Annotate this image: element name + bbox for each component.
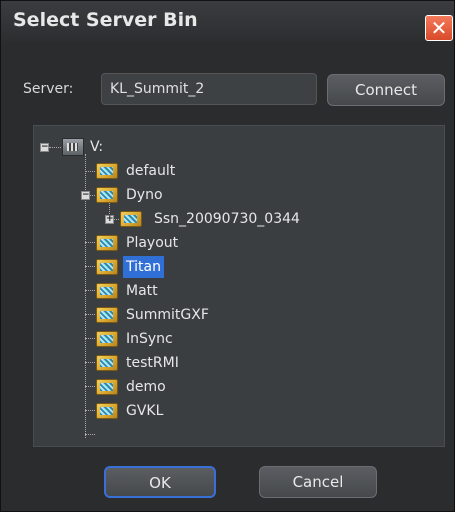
tree-item-label: Titan (123, 256, 164, 278)
tree-connector (85, 362, 95, 363)
title-bar: Select Server Bin ✕ (1, 1, 454, 41)
tree-item-label: Matt (126, 283, 158, 299)
folder-icon (96, 259, 118, 275)
collapse-icon[interactable]: − (40, 143, 49, 152)
tree-item-demo[interactable]: demo (96, 376, 396, 398)
folder-icon (96, 403, 118, 419)
tree-connector (85, 410, 95, 411)
folder-icon (96, 187, 118, 203)
tree-item-dyno[interactable]: − Dyno (72, 184, 372, 206)
tree-connector (85, 242, 95, 243)
tree-item-playout[interactable]: Playout (96, 232, 396, 254)
tree-item-default[interactable]: default (96, 160, 396, 182)
tree-connector (85, 434, 95, 435)
tree-item-summitgxf[interactable]: SummitGXF (96, 304, 396, 326)
server-bin-tree[interactable]: − V: default − Dyno + Ssn_20090730_0344 … (33, 125, 445, 447)
tree-item-label: testRMI (126, 355, 179, 371)
tree-item-label: demo (126, 379, 166, 395)
folder-icon (120, 211, 142, 227)
collapse-icon[interactable]: − (81, 191, 90, 200)
close-button[interactable]: ✕ (425, 15, 453, 41)
drive-icon (62, 138, 84, 156)
tree-item-titan[interactable]: Titan (96, 256, 396, 278)
folder-icon (96, 235, 118, 251)
tree-connector (85, 171, 95, 172)
tree-item-label: SummitGXF (126, 307, 209, 323)
folder-icon (96, 379, 118, 395)
tree-item-label: default (126, 163, 176, 179)
tree-connector (85, 386, 95, 387)
close-icon: ✕ (430, 16, 448, 40)
server-label: Server: (23, 81, 74, 97)
tree-item-label: InSync (126, 331, 173, 347)
server-input[interactable]: KL_Summit_2 (101, 73, 317, 105)
folder-icon (96, 331, 118, 347)
expand-icon[interactable]: + (105, 215, 114, 224)
select-server-bin-dialog: Select Server Bin ✕ Server: KL_Summit_2 … (0, 0, 455, 512)
ok-button[interactable]: OK (104, 466, 216, 498)
tree-connector (85, 290, 95, 291)
tree-item-testrmi[interactable]: testRMI (96, 352, 396, 374)
dialog-title: Select Server Bin (13, 9, 198, 31)
folder-icon (96, 307, 118, 323)
tree-connector (49, 147, 61, 148)
tree-item-root[interactable]: − V: (40, 136, 240, 158)
cancel-button[interactable]: Cancel (259, 466, 377, 498)
tree-item-label: GVKL (126, 403, 164, 419)
tree-item-ssn[interactable]: + Ssn_20090730_0344 (96, 208, 416, 230)
tree-item-insync[interactable]: InSync (96, 328, 396, 350)
tree-connector (85, 314, 95, 315)
folder-icon (96, 355, 118, 371)
folder-icon (96, 283, 118, 299)
tree-item-label: V: (90, 139, 104, 155)
tree-item-gvkl[interactable]: GVKL (96, 400, 396, 422)
tree-connector (85, 338, 95, 339)
tree-item-label: Dyno (126, 187, 163, 203)
tree-item-label: Ssn_20090730_0344 (154, 211, 300, 227)
connect-button[interactable]: Connect (327, 74, 445, 106)
tree-connector (85, 266, 95, 267)
tree-item-matt[interactable]: Matt (96, 280, 396, 302)
folder-icon (96, 163, 118, 179)
tree-item-label: Playout (126, 235, 179, 251)
